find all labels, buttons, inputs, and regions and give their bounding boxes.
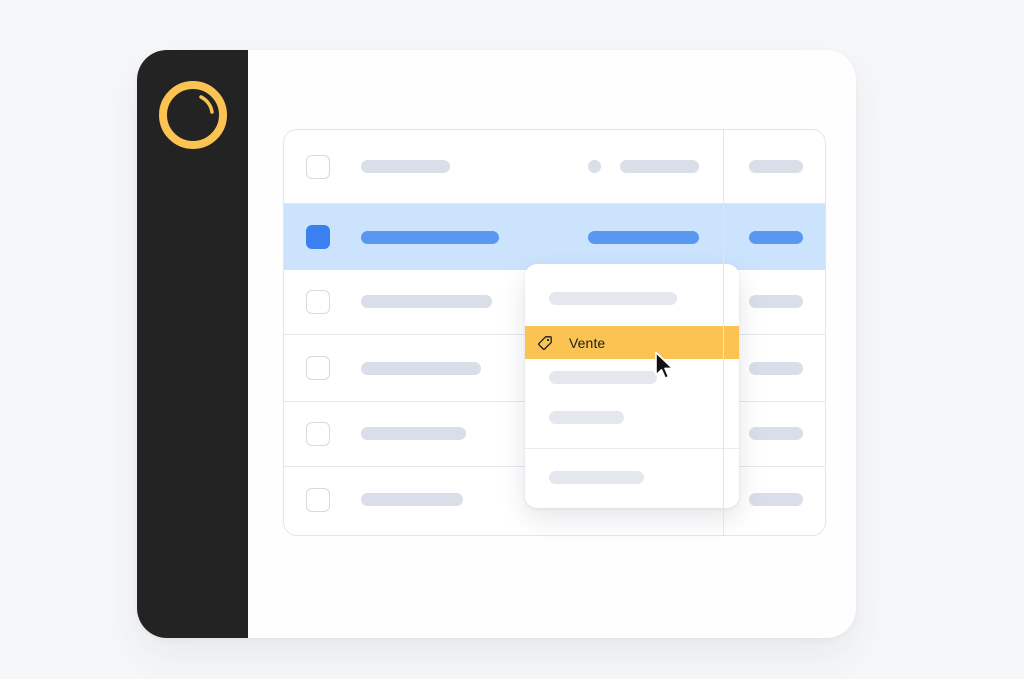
app-window [137, 50, 856, 638]
logo-ring-icon[interactable] [157, 79, 229, 151]
table-row-selected[interactable] [284, 204, 825, 270]
menu-item-placeholder[interactable] [549, 371, 657, 384]
text-placeholder [749, 427, 803, 440]
menu-divider [525, 448, 739, 449]
menu-item-vente[interactable]: Vente [525, 326, 739, 359]
text-placeholder [361, 427, 466, 440]
text-placeholder [361, 160, 450, 173]
mouse-pointer-icon [655, 351, 674, 379]
text-placeholder [749, 362, 803, 375]
status-dot [588, 160, 601, 173]
text-placeholder [361, 231, 499, 244]
text-placeholder [361, 295, 492, 308]
context-dropdown-menu: Vente [525, 264, 739, 508]
text-placeholder [361, 493, 463, 506]
table-row[interactable] [284, 130, 825, 204]
sidebar [137, 50, 248, 638]
menu-item-label: Vente [569, 335, 606, 351]
text-placeholder [749, 493, 803, 506]
row-checkbox[interactable] [306, 422, 330, 446]
text-placeholder [749, 295, 803, 308]
text-placeholder [620, 160, 699, 173]
row-checkbox[interactable] [306, 155, 330, 179]
tag-icon [538, 336, 552, 350]
row-checkbox[interactable] [306, 488, 330, 512]
row-checkbox[interactable] [306, 290, 330, 314]
column-divider [723, 130, 724, 535]
menu-item-placeholder[interactable] [549, 292, 677, 305]
menu-item-placeholder[interactable] [549, 471, 644, 484]
text-placeholder [749, 231, 803, 244]
row-checkbox-checked[interactable] [306, 225, 330, 249]
text-placeholder [749, 160, 803, 173]
row-checkbox[interactable] [306, 356, 330, 380]
text-placeholder [361, 362, 481, 375]
menu-item-placeholder[interactable] [549, 411, 624, 424]
text-placeholder [588, 231, 699, 244]
